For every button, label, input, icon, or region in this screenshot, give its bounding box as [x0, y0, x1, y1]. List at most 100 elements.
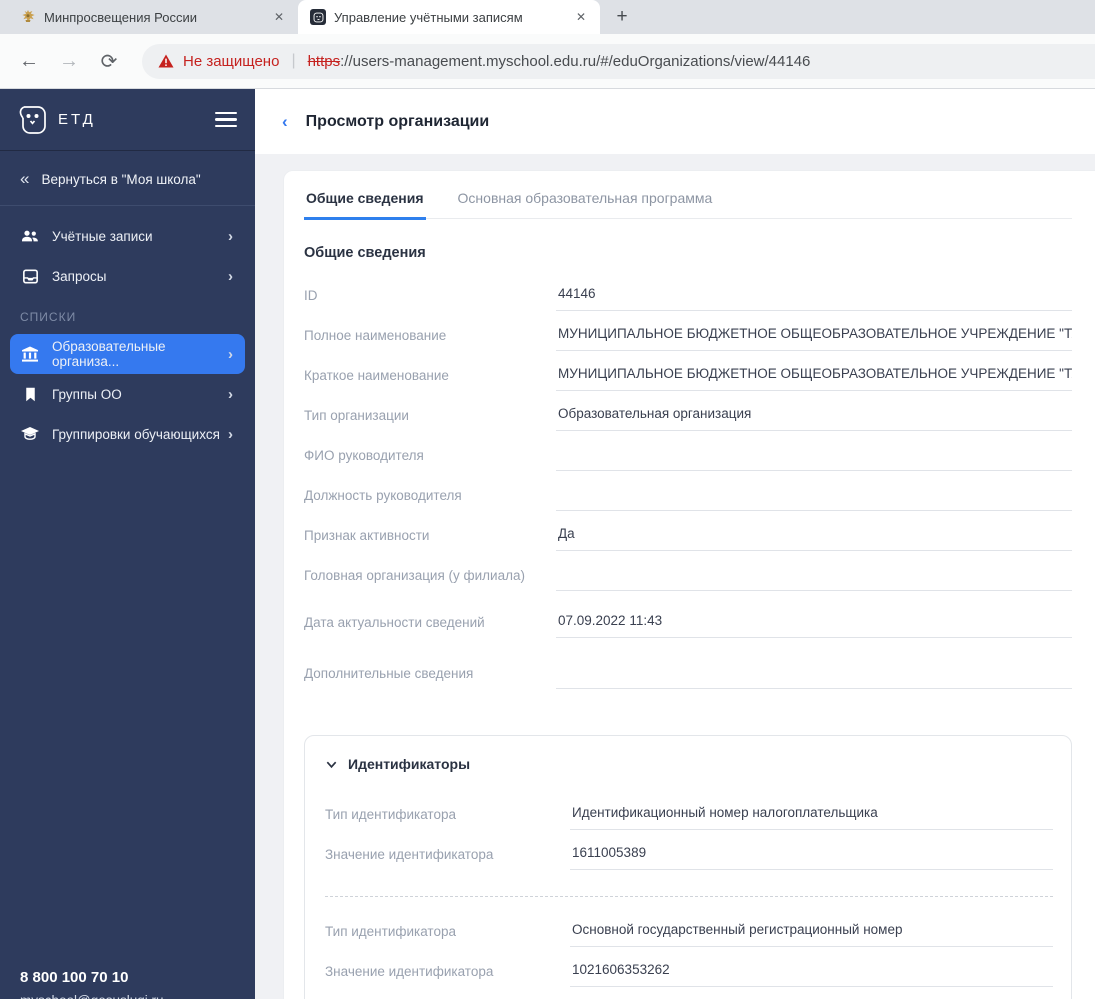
not-secure-warning-icon: [158, 54, 174, 68]
back-chevron-icon[interactable]: ‹: [282, 112, 288, 132]
browser-tab-strip: Минпросвещения России ✕ Управление учётн…: [0, 0, 1095, 34]
sidebar-footer: 8 800 100 70 10 myschool@gosuslugi.ru: [20, 969, 164, 999]
browser-reload-button[interactable]: ⟳: [92, 44, 126, 78]
browser-toolbar: ← → ⟳ Не защищено | https://users-manage…: [0, 34, 1095, 89]
etd-owl-logo-icon: [14, 102, 50, 138]
field-label: Признак активности: [304, 528, 430, 543]
page-title: Просмотр организации: [305, 112, 490, 130]
tab-main-edu-program[interactable]: Основная образовательная программа: [456, 184, 715, 218]
bookmark-icon: [20, 384, 40, 404]
field-row-identifier-value: Значение идентификатора 1611005389: [325, 840, 1053, 880]
sidebar-item-label: Группы ОО: [52, 386, 122, 402]
field-value: [556, 561, 1072, 591]
card-tabs: Общие сведения Основная образовательная …: [304, 171, 1072, 220]
field-label: Полное наименование: [304, 328, 447, 343]
field-label: Тип идентификатора: [325, 807, 456, 822]
sidebar-logo-row: ЕТД: [0, 89, 255, 151]
hamburger-menu-icon[interactable]: [215, 111, 237, 128]
field-label: Значение идентификатора: [325, 847, 494, 862]
people-icon: [20, 226, 40, 246]
tab-title: Управление учётными записям: [334, 9, 523, 25]
section-title-general: Общие сведения: [304, 245, 426, 261]
identifier-group: Тип идентификатора Идентификационный ном…: [325, 800, 1053, 880]
logo-text: ЕТД: [58, 111, 96, 128]
sidebar-item-label: Учётные записи: [52, 228, 153, 244]
new-tab-button[interactable]: +: [608, 3, 636, 31]
sidebar-item-label: Группировки обучающихся: [52, 426, 220, 442]
sidebar-section-lists: СПИСКИ: [20, 310, 77, 324]
not-secure-label: Не защищено: [183, 52, 280, 70]
field-value: Да: [556, 521, 1072, 551]
support-email[interactable]: myschool@gosuslugi.ru: [20, 993, 164, 999]
bank-icon: [20, 344, 40, 364]
sidebar-item-student-groupings[interactable]: Группировки обучающихся ›: [10, 414, 245, 454]
field-value: МУНИЦИПАЛЬНОЕ БЮДЖЕТНОЕ ОБЩЕОБРАЗОВАТЕЛЬ…: [556, 321, 1072, 351]
field-row-full-name: Полное наименование МУНИЦИПАЛЬНОЕ БЮДЖЕТ…: [304, 321, 1072, 361]
identifiers-title: Идентификаторы: [348, 756, 471, 772]
coat-of-arms-favicon-icon: [20, 9, 36, 25]
field-value: [556, 481, 1072, 511]
browser-tab-user-management[interactable]: Управление учётными записям ✕: [298, 0, 600, 34]
sidebar-item-edu-organizations[interactable]: Образовательные организа... ›: [10, 334, 245, 374]
chevron-right-icon: ›: [228, 345, 233, 363]
address-bar[interactable]: Не защищено | https://users-management.m…: [142, 43, 1095, 79]
field-value: 1021606353262: [570, 957, 1053, 987]
url-scheme-struck: https: [307, 52, 341, 70]
organization-card: Общие сведения Основная образовательная …: [283, 170, 1095, 999]
inbox-icon: [20, 266, 40, 286]
identifiers-card: Идентификаторы Тип идентификатора Иденти…: [304, 735, 1072, 999]
sidebar-item-accounts[interactable]: Учётные записи ›: [10, 216, 245, 256]
support-phone: 8 800 100 70 10: [20, 969, 129, 986]
etd-owl-favicon-icon: [310, 9, 326, 25]
main-content: ‹ Просмотр организации Общие сведения Ос…: [255, 89, 1095, 999]
field-value: 1611005389: [570, 840, 1053, 870]
field-label: ФИО руководителя: [304, 448, 424, 463]
sidebar-item-requests[interactable]: Запросы ›: [10, 256, 245, 296]
field-value: [556, 441, 1072, 471]
browser-tab-minprosveshcheniya[interactable]: Минпросвещения России ✕: [8, 0, 298, 34]
field-row-short-name: Краткое наименование МУНИЦИПАЛЬНОЕ БЮДЖЕ…: [304, 361, 1072, 401]
field-value: Идентификационный номер налогоплательщик…: [570, 800, 1053, 830]
field-label: Должность руководителя: [304, 488, 462, 503]
page-url: https://users-management.myschool.edu.ru…: [308, 53, 811, 70]
sidebar-back-to-myschool-link[interactable]: « Вернуться в "Моя школа": [0, 151, 255, 205]
sidebar-item-label: Образовательные организа...: [52, 339, 166, 369]
tab-general-info[interactable]: Общие сведения: [304, 184, 426, 220]
sidebar-nav: Учётные записи › Запросы › СПИСКИ Образо…: [0, 206, 255, 454]
field-row-id: ID 44146: [304, 281, 1072, 321]
field-row-head-position: Должность руководителя: [304, 481, 1072, 521]
back-link-label: Вернуться в "Моя школа": [41, 171, 201, 187]
field-label: ID: [304, 288, 318, 303]
chevron-down-icon: [325, 758, 338, 771]
browser-back-button[interactable]: ←: [12, 44, 46, 78]
field-label: Краткое наименование: [304, 368, 449, 383]
field-row-org-type: Тип организации Образовательная организа…: [304, 401, 1072, 441]
sidebar-item-label: Запросы: [52, 268, 107, 284]
sidebar: ЕТД « Вернуться в "Моя школа" Учётные за…: [0, 89, 255, 999]
field-value: [556, 659, 1072, 689]
page-header: ‹ Просмотр организации: [255, 89, 1095, 154]
chevron-right-icon: ›: [228, 267, 233, 285]
sidebar-item-oo-groups[interactable]: Группы ОО ›: [10, 374, 245, 414]
browser-forward-button[interactable]: →: [52, 44, 86, 78]
field-label: Головная организация (у филиала): [304, 568, 525, 583]
field-value: Основной государственный регистрационный…: [570, 917, 1053, 947]
field-label: Дата актуальности сведений: [304, 615, 485, 630]
graduation-cap-icon: [20, 424, 40, 444]
chevron-right-icon: ›: [228, 425, 233, 443]
field-row-identifier-value: Значение идентификатора 1021606353262: [325, 957, 1053, 997]
tab-close-icon[interactable]: ✕: [270, 8, 288, 26]
browser-window: Минпросвещения России ✕ Управление учётн…: [0, 0, 1095, 999]
identifier-separator: [325, 896, 1053, 897]
field-row-parent-org: Головная организация (у филиала): [304, 561, 1072, 601]
field-row-identifier-type: Тип идентификатора Идентификационный ном…: [325, 800, 1053, 840]
omnibox-separator: |: [291, 52, 296, 69]
double-chevron-left-icon: «: [20, 169, 30, 188]
chevron-right-icon: ›: [228, 227, 233, 245]
field-value: 44146: [556, 281, 1072, 311]
tab-close-icon[interactable]: ✕: [572, 8, 590, 26]
identifiers-collapse-header[interactable]: Идентификаторы: [325, 756, 1053, 772]
field-value: 07.09.2022 11:43: [556, 608, 1072, 638]
field-label: Тип организации: [304, 408, 409, 423]
url-rest: ://users-management.myschool.edu.ru/#/ed…: [340, 52, 811, 70]
